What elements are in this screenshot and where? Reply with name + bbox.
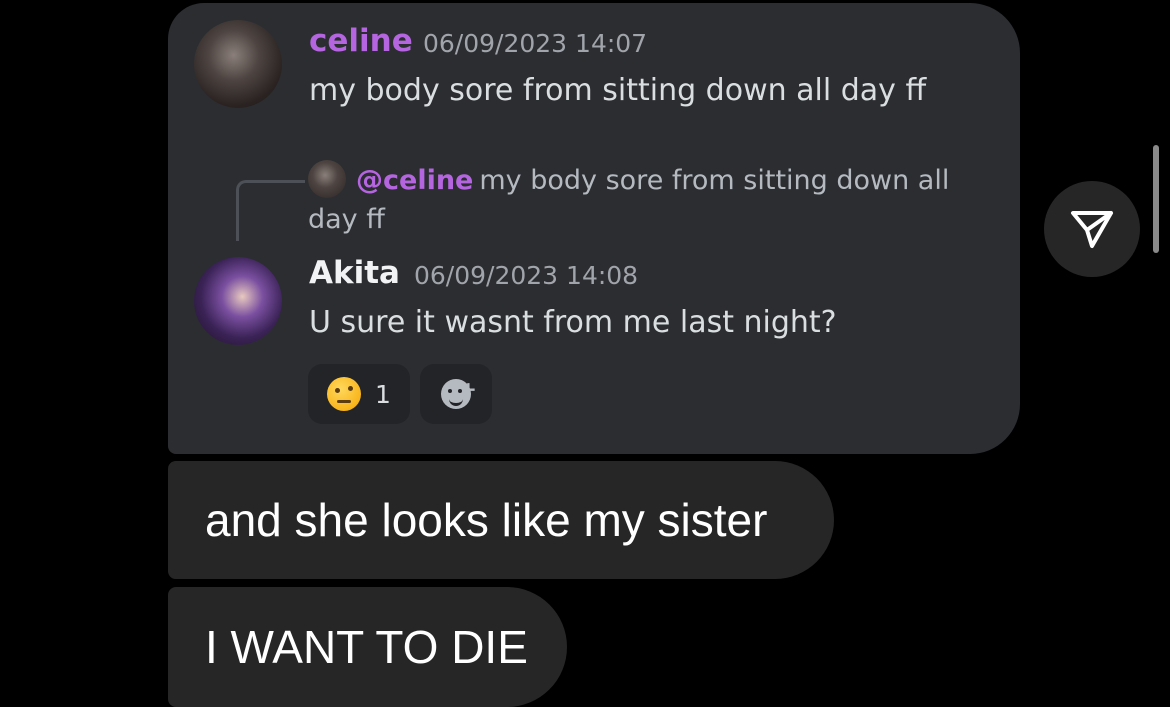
mention-celine[interactable]: @celine	[356, 165, 473, 196]
chat-bubble[interactable]: and she looks like my sister	[168, 461, 834, 579]
share-button[interactable]	[1044, 181, 1140, 277]
username-akita[interactable]: Akita	[309, 255, 400, 291]
timestamp-original: 06/09/2023 14:07	[423, 29, 648, 58]
chat-bubble-text: I WANT TO DIE	[205, 621, 528, 673]
message-text-reply: U sure it wasnt from me last night?	[309, 305, 837, 340]
timestamp-reply: 06/09/2023 14:08	[414, 261, 639, 290]
reply-preview-text-line2: day ff	[308, 204, 385, 235]
reaction-raised-eyebrow[interactable]: 1	[308, 364, 410, 424]
shared-discord-message[interactable]: celine 06/09/2023 14:07 my body sore fro…	[168, 3, 1020, 454]
username-celine[interactable]: celine	[309, 23, 413, 59]
add-reaction-button[interactable]: +	[420, 364, 492, 424]
raised-eyebrow-emoji-icon	[327, 377, 362, 411]
reply-preview[interactable]: @celine my body sore from sitting down al…	[308, 161, 988, 239]
reply-preview-text-line1: my body sore from sitting down all	[479, 165, 950, 196]
chat-bubble-text: and she looks like my sister	[205, 494, 768, 546]
plus-icon: +	[460, 377, 477, 401]
message-text-original: my body sore from sitting down all day f…	[309, 73, 927, 108]
reaction-count: 1	[375, 379, 391, 409]
chat-bubble[interactable]: I WANT TO DIE	[168, 587, 567, 707]
avatar-celine[interactable]	[194, 20, 282, 108]
scrollbar[interactable]	[1153, 145, 1159, 253]
send-arrow-icon	[1071, 211, 1113, 248]
reply-connector-line	[236, 180, 305, 241]
avatar-akita[interactable]	[194, 257, 282, 345]
